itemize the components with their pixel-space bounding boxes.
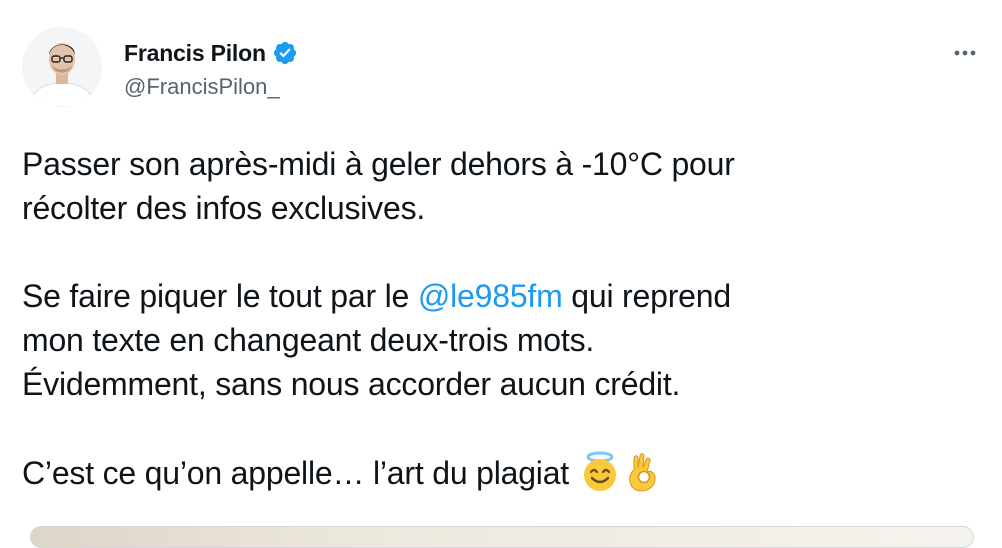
mention-link[interactable]: @le985fm xyxy=(418,278,563,314)
tweet-text-segment: qui reprend xyxy=(562,278,731,314)
tweet-text-line: C’est ce qu’on appelle… l’art du plagiat xyxy=(22,450,982,495)
tweet-text-segment: C’est ce qu’on appelle… l’art du plagiat xyxy=(22,455,578,491)
tweet-text-line: Se faire piquer le tout par le @le985fm … xyxy=(22,274,982,318)
more-horizontal-icon xyxy=(954,50,976,56)
ok-hand-icon xyxy=(622,450,666,494)
tweet-text-line: récolter des infos exclusives. xyxy=(22,190,426,226)
attached-media[interactable] xyxy=(30,526,974,548)
smiling-face-with-halo-icon xyxy=(578,450,622,494)
author-handle[interactable]: @FrancisPilon_ xyxy=(124,72,280,102)
tweet-text-segment: Se faire piquer le tout par le xyxy=(22,278,418,314)
tweet-text-line: mon texte en changeant deux-trois mots. xyxy=(22,322,595,358)
author-avatar[interactable] xyxy=(22,27,102,107)
author-display-name[interactable]: Francis Pilon xyxy=(124,37,266,69)
more-options-button[interactable] xyxy=(948,40,982,66)
verified-badge-icon xyxy=(272,40,298,66)
avatar-photo xyxy=(22,27,102,107)
tweet-text: Passer son après-midi à geler dehors à -… xyxy=(22,142,982,495)
tweet-card: Francis Pilon @FrancisPilon_ Passer son … xyxy=(0,0,1002,548)
author-name-row: Francis Pilon xyxy=(124,37,298,69)
tweet-text-line: Évidemment, sans nous accorder aucun cré… xyxy=(22,366,681,402)
tweet-text-line: Passer son après-midi à geler dehors à -… xyxy=(22,146,735,182)
